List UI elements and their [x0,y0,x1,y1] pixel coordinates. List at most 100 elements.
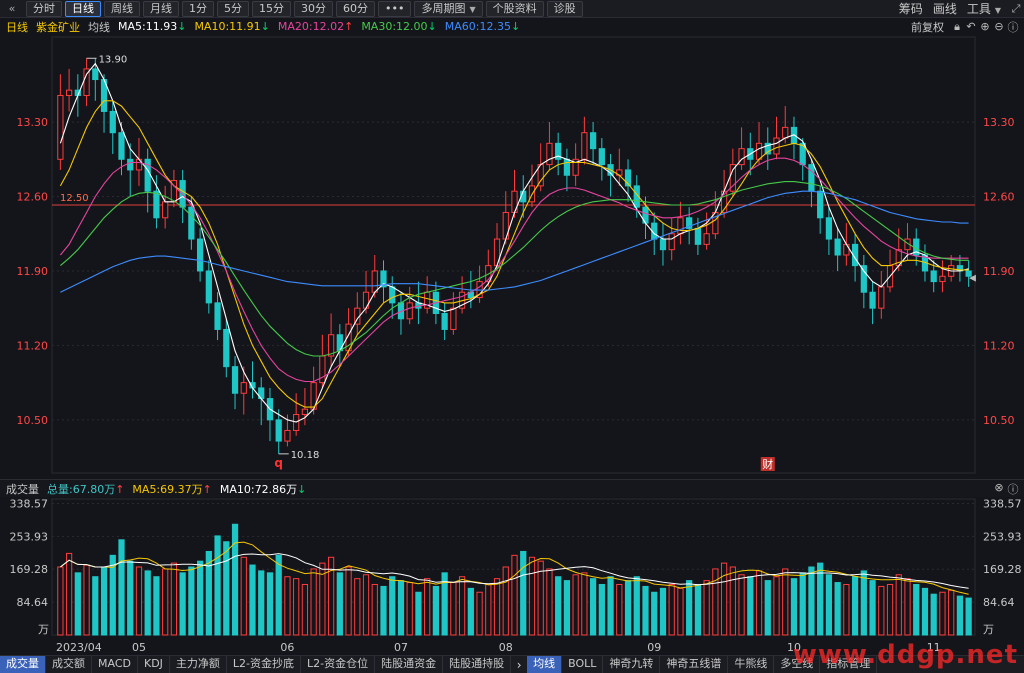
event-marker: q [274,456,283,470]
ma-value: MA30:12.00 [361,20,428,33]
volume-bar [397,580,405,636]
volume-bar [188,566,195,636]
kline-chart[interactable]: 13.30 13.30 12.60 12.60 11.90 11.90 11.20 11.20… [0,35,1024,479]
candle-body [214,302,221,330]
lock-icon[interactable]: 🔒︎ [950,20,964,34]
volume-bar [703,580,710,636]
candle-body [677,217,684,235]
undo-icon[interactable]: ↶ [964,20,978,33]
ma-value: MA60:12.35 [444,20,511,33]
chips-button[interactable]: 筹码 [899,0,923,17]
candle-body [162,201,169,219]
arrow-down-icon: ↓ [510,20,521,33]
volume-bar [511,554,518,636]
overlay-tab[interactable]: 均线 [527,656,563,673]
caret-down-icon: ▼ [469,4,476,14]
y-tick-right: 11.20 [983,339,1015,352]
max-label: 13.90 [99,54,128,65]
indicator-tab[interactable]: KDJ [138,656,170,673]
zoom-in-icon[interactable]: ⊕ [978,20,992,33]
candle-body [65,89,73,96]
period-button[interactable]: 5分 [217,0,249,17]
overlay-tab[interactable]: 神奇五线谱 [660,656,729,673]
arrow-down-icon: ↓ [260,20,270,33]
period-button[interactable]: 分时 [26,0,62,17]
tools-button[interactable]: 工具 ▼ [967,0,1001,17]
volume-bar [415,591,422,636]
volume-bar [948,589,955,636]
info-icon[interactable]: ⓘ [1006,19,1020,35]
overlay-tab[interactable]: 牛熊线 [728,656,775,673]
overlay-tab[interactable]: BOLL [562,656,604,673]
indicator-tab[interactable]: L2-资金仓位 [301,656,376,673]
indicator-tab[interactable]: 陆股通资金 [375,656,444,673]
double-chevron-left-icon[interactable]: « [4,2,20,15]
draw-line-button[interactable]: 画线 [933,0,957,17]
x-axis-label: 08 [499,641,513,654]
period-buttons: 分时 日线 周线 月线 1分 5分 15分 30分 60分 [26,0,378,17]
volume-bar [581,572,588,636]
volume-bar [860,570,867,636]
more-periods-button[interactable]: ••• [378,0,412,17]
volume-bar [747,576,754,636]
volume-controls: ⊗ ⓘ [992,481,1024,497]
indicator-tab[interactable]: 成交额 [46,656,92,673]
ma-item: MA20:12.02↑ [278,20,353,33]
indicator-tab[interactable]: L2-资金抄底 [227,656,302,673]
fullscreen-icon[interactable]: ⤢ [1008,2,1024,16]
candle-body [598,148,605,166]
period-button[interactable]: 周线 [104,0,140,17]
period-button[interactable]: 15分 [252,0,291,17]
stock-name: 紫金矿业 [36,20,80,34]
volume-bar [939,591,946,636]
avg-line-label[interactable]: 均线 [88,19,110,35]
info-icon[interactable]: ⓘ [1006,481,1020,497]
period-button[interactable]: 1分 [182,0,214,17]
volume-bar [258,570,265,636]
indicator-tab[interactable]: 主力净额 [170,656,227,673]
volume-bar [100,566,108,636]
arrow-up-icon: ↑ [202,482,212,496]
zoom-out-icon[interactable]: ⊖ [992,20,1006,33]
period-button[interactable]: 月线 [143,0,179,17]
volume-tick-left: 253.93 [10,530,49,543]
volume-bar [563,580,571,636]
volume-bar [624,580,632,636]
candle-body [284,429,291,442]
volume-bar [799,572,806,636]
period-button[interactable]: 60分 [336,0,375,17]
toolbar-right: 筹码 画线 工具 ▼ ⤢ [894,0,1024,17]
overlay-tab[interactable]: 神奇九转 [603,656,661,673]
diagnose-button[interactable]: 诊股 [546,0,583,17]
volume-tick-left: 169.28 [10,563,49,576]
candle-body [808,164,815,192]
volume-bar [162,568,169,636]
period-button[interactable]: 30分 [294,0,333,17]
close-icon[interactable]: ⊗ [992,481,1006,497]
volume-bar [284,576,291,636]
indicator-tab[interactable]: MACD [92,656,138,673]
adjust-mode-button[interactable]: 前复权 [911,19,944,35]
multi-period-button[interactable]: 多周期图 ▼ [414,0,483,17]
volume-title: 成交量 [6,482,39,496]
volume-bar [336,572,343,636]
indicator-tab[interactable]: 成交量 [0,656,46,673]
arrow-up-icon: ↑ [115,482,125,496]
volume-bar [266,572,274,636]
chevron-right-icon[interactable]: › [511,658,527,672]
indicator-tab[interactable]: 陆股通持股 [443,656,512,673]
volume-bar [825,574,833,636]
stock-info-button[interactable]: 个股资料 [485,0,544,17]
volume-bar [555,576,562,636]
candle-body [450,307,457,330]
volume-bar [83,564,90,636]
candle-body [118,132,125,160]
reference-label: 12.50 [60,193,89,204]
volume-ma10: MA10:72.86万↓ [220,481,306,497]
volume-bar [965,597,972,636]
ma-item: MA60:12.35↓ [445,20,520,33]
y-tick-left: 11.20 [17,339,49,352]
volume-chart[interactable]: 338.57 338.57 253.93 253.93 169.28 169.28 84.6… [0,497,1024,655]
period-button[interactable]: 日线 [65,0,101,17]
volume-bar [424,578,431,636]
